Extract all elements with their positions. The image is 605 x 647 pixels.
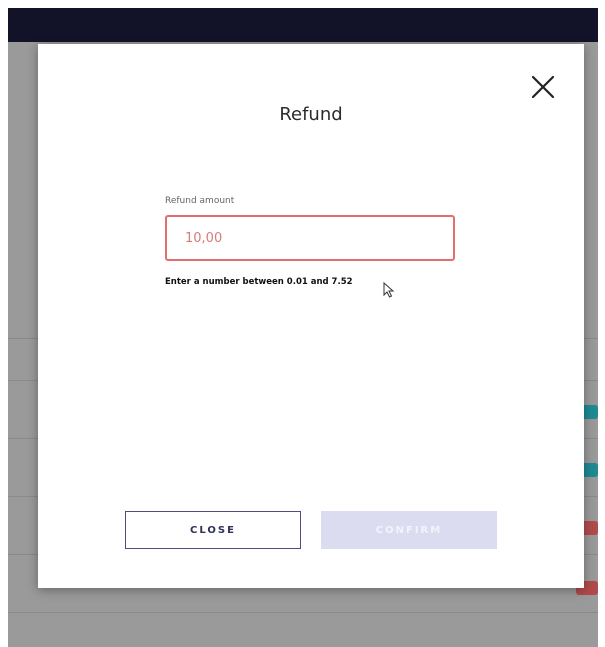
- refund-amount-label: Refund amount: [165, 196, 235, 206]
- dialog-title: Refund: [279, 104, 343, 125]
- table-row-divider: [8, 612, 598, 613]
- refund-amount-input[interactable]: [165, 215, 455, 261]
- app-background: Refund Refund amount Enter a number betw…: [8, 8, 598, 647]
- validation-error: Enter a number between 0.01 and 7.52: [165, 277, 353, 287]
- refund-dialog: Refund Refund amount Enter a number betw…: [38, 44, 584, 588]
- confirm-button[interactable]: CONFIRM: [321, 511, 497, 549]
- top-bar: [8, 8, 598, 42]
- mouse-pointer-icon: [383, 282, 395, 298]
- close-button[interactable]: CLOSE: [125, 511, 301, 549]
- close-icon[interactable]: [530, 74, 556, 100]
